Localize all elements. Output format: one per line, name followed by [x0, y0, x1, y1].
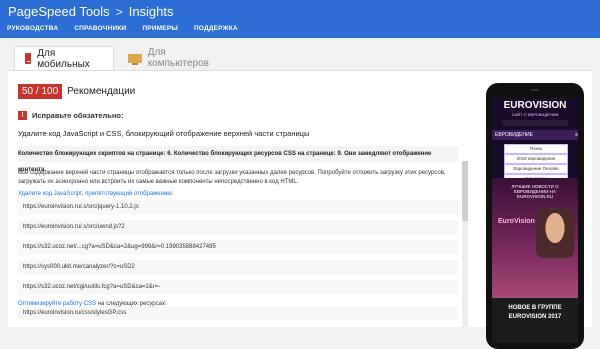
score-row: 50 / 100 Рекомендации [18, 84, 135, 99]
list-item: https://s32.ucoz.net/cgi/uutils.fcg?a=uS… [18, 279, 458, 295]
scrollbar-thumb[interactable] [462, 161, 468, 221]
phone-screen: EUROVISION САЙТ О ЕВРОВИДЕНИИ ЕВРОВИДЕНИ… [492, 98, 578, 343]
tab-mobile-label: Для мобильных [37, 47, 90, 70]
rule-summary: Количество блокирующих скриптов на стран… [18, 146, 458, 173]
score-label: Рекомендации [67, 86, 136, 97]
device-tabs: Для мобильных Для компьютеров [0, 42, 600, 70]
remove-js-link[interactable]: Удалите код JavaScript, препятствующий о… [18, 191, 173, 197]
tab-desktop-label: Для компьютеров [147, 47, 209, 69]
site-tagline: САЙТ О ЕВРОВИДЕНИИ [511, 112, 559, 117]
list-item: https://euroinvision.ru/.s/src/jquery-1.… [18, 199, 458, 215]
results-panel: 50 / 100 Рекомендации ! Исправьте обязат… [8, 70, 592, 349]
menu-icon: ≡ [575, 132, 578, 138]
news-block: НОВОЕ В ГРУППЕ EUROVISION 2017 [492, 298, 578, 343]
phone-preview: EUROVISION САЙТ О ЕВРОВИДЕНИИ ЕВРОВИДЕНИ… [486, 83, 584, 349]
promo-photo [536, 208, 574, 258]
js-resource-list: https://euroinvision.ru/.s/src/jquery-1.… [18, 199, 458, 299]
top-header: PageSpeed Tools > Insights РУКОВОДСТВА С… [0, 0, 600, 38]
promo-text: ЛУЧШИЕ НОВОСТИ О ЕВРОВИДЕНИИ НА EUROVISI… [511, 184, 559, 199]
site-menubar: ЕВРОВИДЕНИЕ ≡ [492, 130, 578, 140]
site-button-online: Евровидение Онлайн [504, 164, 568, 174]
top-nav: РУКОВОДСТВА СПРАВОЧНИКИ ПРИМЕРЫ ПОДДЕРЖК… [0, 24, 600, 38]
list-item: https://s32.ucoz.net/...cg?a=uSD&ca=2&ug… [18, 239, 458, 255]
list-item: https://sys000.ukit.me/canalyzer/?c=uSD2 [18, 259, 458, 275]
phone-camera [531, 89, 539, 91]
sponsor-strip [502, 120, 568, 126]
breadcrumb-current[interactable]: Insights [129, 4, 174, 19]
breadcrumb: PageSpeed Tools > Insights [8, 4, 174, 19]
fix-heading: Исправьте обязательно: [32, 111, 124, 120]
mobile-icon [25, 53, 32, 64]
css-resource-list: https://euroinvision.ru/css/stylesGP.css [18, 307, 458, 325]
nav-examples[interactable]: ПРИМЕРЫ [134, 24, 186, 34]
site-menu-label: ЕВРОВИДЕНИЕ [495, 132, 533, 138]
breadcrumb-separator: > [115, 4, 123, 19]
tab-mobile[interactable]: Для мобильных [14, 46, 114, 70]
scrollbar[interactable] [462, 161, 468, 327]
site-logo: EUROVISION [503, 100, 567, 111]
breadcrumb-root[interactable]: PageSpeed Tools [8, 4, 110, 19]
list-item: https://euroinvision.ru/.s/src/uwnd.js?2 [18, 219, 458, 235]
site-button-2018: 2018 евровидение [504, 154, 568, 164]
rule-title[interactable]: Удалите код JavaScript и CSS, блокирующи… [18, 129, 309, 138]
nav-support[interactable]: ПОДДЕРЖКА [186, 24, 246, 34]
fix-heading-row: ! Исправьте обязательно: [18, 111, 123, 120]
desktop-icon [128, 53, 142, 65]
rule-description: Все содержание верхней части страницы от… [18, 170, 446, 185]
list-item: https://euroinvision.ru/css/stylesGP.css [18, 307, 458, 320]
site-button-search: Поиск [504, 144, 568, 154]
tab-desktop[interactable]: Для компьютеров [118, 46, 238, 70]
warning-icon: ! [18, 111, 27, 120]
nav-reference[interactable]: СПРАВОЧНИКИ [66, 24, 134, 34]
promo-logo: EuroVision [498, 218, 535, 225]
nav-guides[interactable]: РУКОВОДСТВА [0, 24, 66, 34]
score-badge: 50 / 100 [18, 84, 63, 99]
